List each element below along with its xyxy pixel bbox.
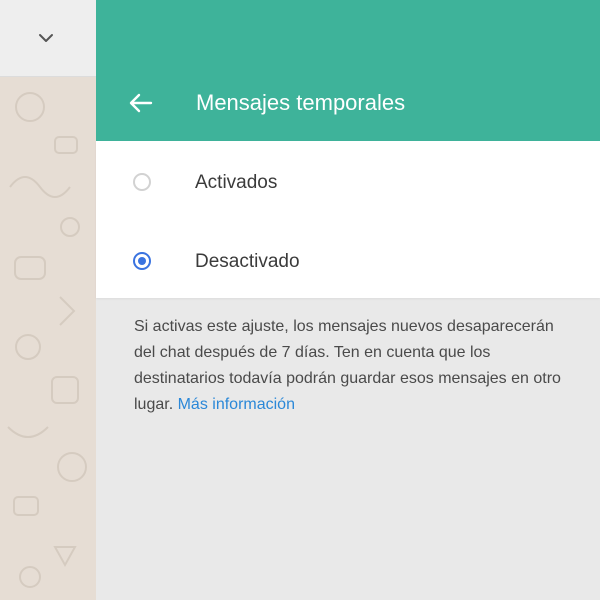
page-title: Mensajes temporales: [196, 90, 406, 115]
disappearing-messages-drawer: Mensajes temporales Activados Desactivad…: [96, 0, 600, 600]
arrow-left-icon[interactable]: [126, 88, 156, 118]
app-window: Mensajes temporales Activados Desactivad…: [0, 0, 600, 600]
chat-pane: [0, 0, 96, 600]
option-activados[interactable]: Activados: [96, 153, 600, 213]
option-desactivado[interactable]: Desactivado: [96, 232, 600, 292]
option-label: Desactivado: [195, 251, 300, 272]
radio-desactivado[interactable]: [133, 252, 151, 270]
drawer-header: Mensajes temporales: [96, 0, 600, 141]
option-label: Activados: [195, 172, 278, 193]
chat-wallpaper: [7, 92, 87, 588]
more-info-link[interactable]: Más información: [178, 396, 295, 413]
options-list: Activados Desactivado: [96, 141, 600, 298]
radio-activados[interactable]: [133, 173, 151, 191]
info-text: Si activas este ajuste, los mensajes nue…: [134, 314, 574, 418]
chat-header: [0, 0, 96, 77]
chevron-down-icon[interactable]: [30, 22, 62, 54]
